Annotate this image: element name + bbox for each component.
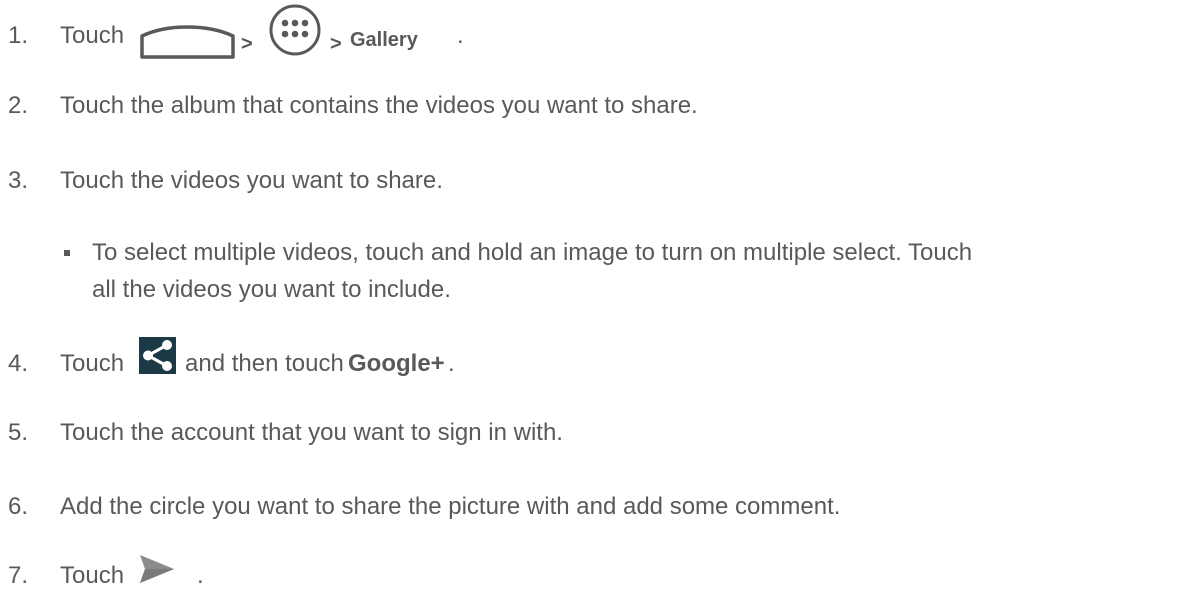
step-number: 6. xyxy=(8,493,29,520)
step-suffix: . xyxy=(457,22,464,49)
step-3-bullet: To select multiple videos, touch and hol… xyxy=(0,235,1199,315)
step-number: 1. xyxy=(8,22,29,49)
step-text: Touch the account that you want to sign … xyxy=(60,419,563,446)
bullet-marker xyxy=(64,250,70,256)
share-icon xyxy=(139,337,176,374)
step-prefix: Touch xyxy=(60,22,125,49)
separator: > xyxy=(241,33,253,55)
step-text: Touch the album that contains the videos… xyxy=(60,92,698,119)
step-prefix: Touch xyxy=(60,350,125,377)
apps-icon xyxy=(269,4,321,56)
step-text: Touch xyxy=(60,21,124,51)
home-icon xyxy=(140,25,235,59)
google-plus-label: Google+ xyxy=(348,350,445,377)
step-text: Touch the videos you want to share. xyxy=(60,167,443,194)
step-number: 7. xyxy=(8,562,29,589)
gallery-label: Gallery xyxy=(350,29,418,51)
separator: > xyxy=(330,33,342,55)
bullet-text-line2: all the videos you want to include. xyxy=(92,276,451,303)
send-icon xyxy=(140,555,174,583)
bullet-text-line1: To select multiple videos, touch and hol… xyxy=(92,239,973,266)
step-number: 5. xyxy=(8,419,29,446)
step-number: 2. xyxy=(8,92,29,119)
step-suffix: . xyxy=(197,562,204,589)
step-number: 4. xyxy=(8,350,29,377)
step-prefix: Touch xyxy=(60,562,125,589)
step-middle: and then touch xyxy=(185,350,344,377)
step-number: 3. xyxy=(8,167,29,194)
step-suffix: . xyxy=(448,350,455,377)
step-text: Add the circle you want to share the pic… xyxy=(60,493,841,520)
